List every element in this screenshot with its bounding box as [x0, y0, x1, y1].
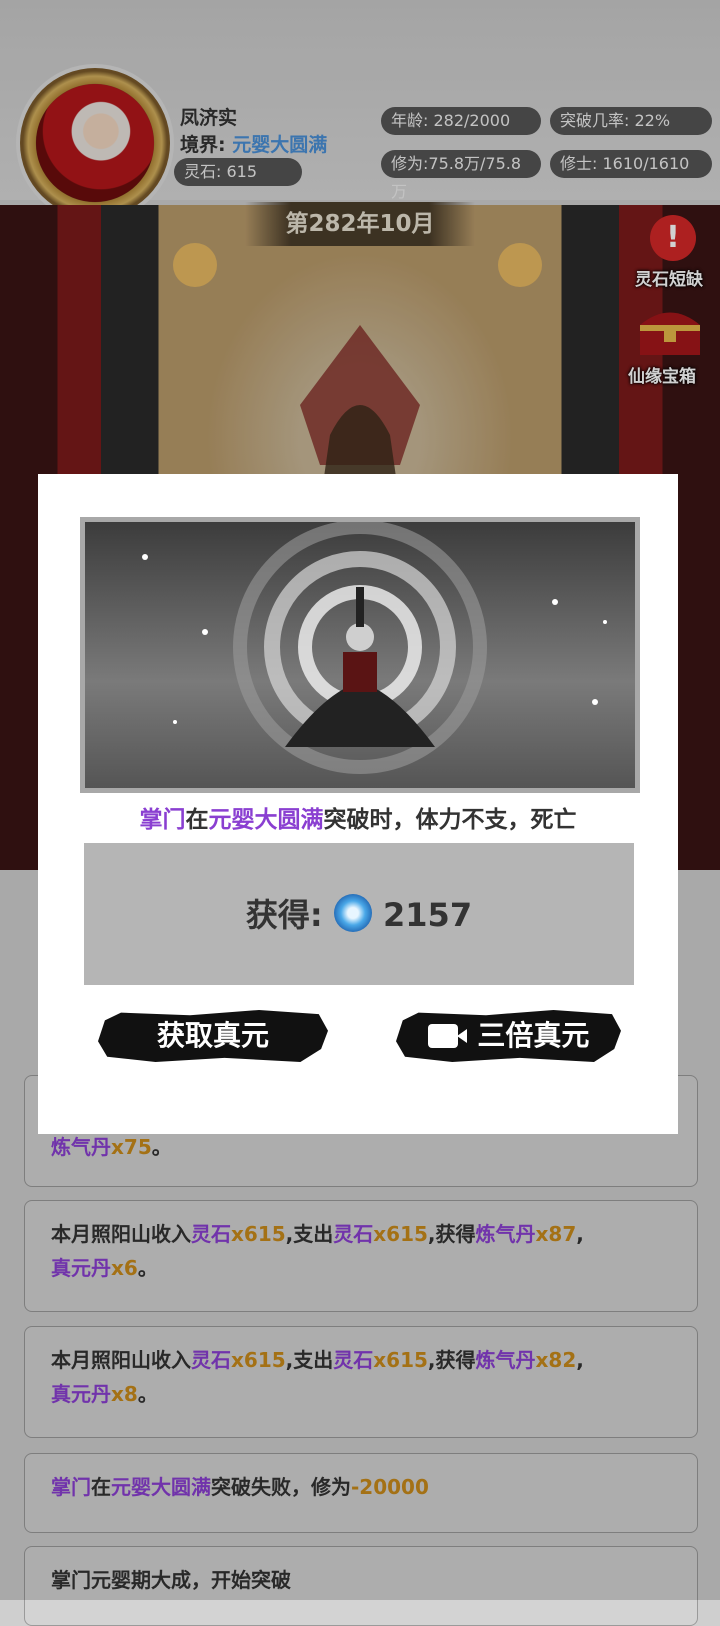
result-message: 掌门在元婴大圆满突破时，体力不支，死亡 — [38, 800, 678, 834]
reward-value: 2157 — [383, 896, 473, 934]
essence-orb-icon — [333, 894, 372, 932]
meditation-illustration — [80, 517, 640, 793]
reward-row: 获得: 2157 — [84, 890, 634, 936]
triple-essence-label: 三倍真元 — [477, 1019, 590, 1052]
result-text-2: 突破时，体力不支，死亡 — [323, 807, 577, 833]
video-icon — [427, 1024, 467, 1048]
triple-essence-button[interactable]: 三倍真元 — [396, 1010, 621, 1062]
vortex-art — [142, 522, 607, 774]
reward-label: 获得: — [245, 896, 323, 934]
get-essence-button[interactable]: 获取真元 — [98, 1010, 328, 1062]
result-text-1: 在 — [185, 807, 209, 833]
sect-leader: 掌门 — [139, 807, 186, 833]
result-realm: 元婴大圆满 — [208, 807, 324, 833]
